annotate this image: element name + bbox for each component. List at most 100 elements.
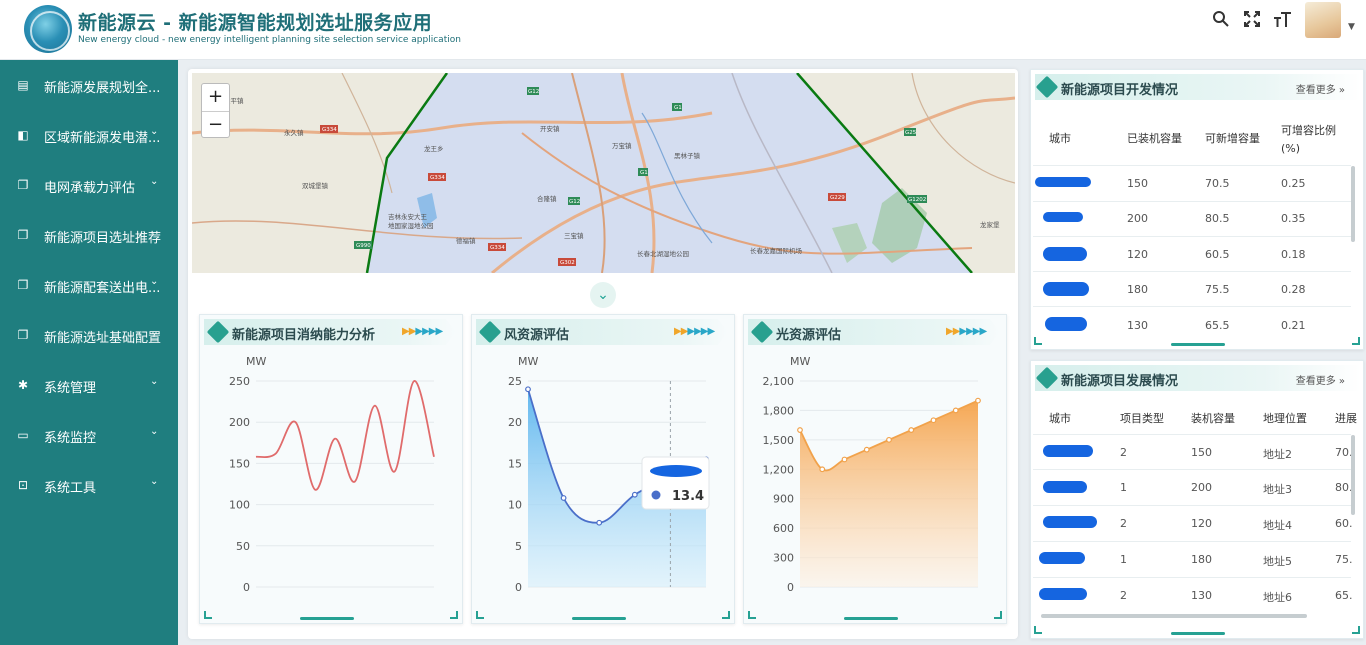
table-cell: 200	[1191, 481, 1212, 494]
vertical-scrollbar[interactable]	[1351, 435, 1355, 515]
view-more-link[interactable]: 查看更多 »	[1296, 81, 1345, 96]
row-divider	[1033, 434, 1351, 435]
sidebar-item-system-management[interactable]: ✱ 系统管理 ⌄	[0, 360, 178, 410]
column-header: 可新增容量	[1205, 132, 1260, 145]
table-cell: 70.	[1335, 446, 1353, 459]
svg-text:G1: G1	[640, 170, 648, 176]
sidebar-item-transmission[interactable]: ❐ 新能源配套送出电... ⌄	[0, 260, 178, 310]
vertical-scrollbar[interactable]	[1351, 166, 1355, 242]
y-tick-label: 1,500	[763, 434, 795, 447]
y-tick-label: 250	[229, 375, 250, 388]
redacted-city	[1043, 247, 1087, 261]
column-header: 城市	[1049, 412, 1071, 425]
y-tick-label: 150	[229, 457, 250, 470]
tooltip-value: 13.4	[672, 489, 704, 504]
corner-decoration	[1034, 626, 1042, 634]
row-divider	[1033, 165, 1351, 166]
zoom-out-button[interactable]: −	[202, 111, 229, 138]
table-cell: 180	[1191, 553, 1212, 566]
svg-text:长春龙嘉国际机场: 长春龙嘉国际机场	[750, 246, 803, 255]
y-tick-label: 50	[236, 540, 250, 553]
table-cell: 0.18	[1281, 248, 1306, 261]
svg-text:地国家湿地公园: 地国家湿地公园	[388, 221, 434, 230]
sidebar-item-label: 新能源选址基础配置	[44, 331, 162, 346]
table-cell: 2	[1120, 589, 1127, 602]
data-point[interactable]	[560, 495, 567, 501]
sidebar-item-system-monitor[interactable]: ▭ 系统监控 ⌄	[0, 410, 178, 460]
redacted-city	[1035, 177, 1091, 187]
data-point[interactable]	[863, 446, 870, 453]
data-point[interactable]	[525, 386, 531, 393]
y-tick-label: 5	[515, 540, 522, 553]
chevron-down-icon[interactable]: ▼	[1348, 22, 1355, 32]
sidebar-item-site-recommend[interactable]: ❐ 新能源项目选址推荐	[0, 210, 178, 260]
font-size-icon[interactable]	[1272, 10, 1292, 30]
horizontal-scrollbar[interactable]	[1041, 614, 1307, 618]
table-cell: 120	[1127, 248, 1148, 261]
y-tick-label: 1,800	[763, 404, 795, 417]
sidebar-item-label: 区域新能源发电潜...	[44, 131, 161, 146]
y-tick-label: 25	[508, 375, 522, 388]
sidebar-item-potential[interactable]: ◧ 区域新能源发电潜... ⌄	[0, 110, 178, 160]
sidebar-item-base-config[interactable]: ❐ 新能源选址基础配置	[0, 310, 178, 360]
avatar[interactable]	[1305, 2, 1341, 38]
arrows-icon: ▶▶▶▶▶▶	[402, 326, 443, 337]
svg-text:德福镇: 德福镇	[456, 236, 476, 245]
expand-chevron-icon[interactable]: ⌄	[590, 282, 616, 308]
sidebar-item-label: 新能源项目选址推荐	[44, 231, 162, 246]
sidebar-item-grid-capacity[interactable]: ❐ 电网承载力评估 ⌄	[0, 160, 178, 210]
column-header: 进展	[1335, 412, 1357, 425]
table-cell: 75.	[1335, 553, 1353, 566]
y-tick-label: 0	[243, 581, 250, 594]
chevron-down-icon: ⌄	[150, 426, 159, 437]
row-divider	[1033, 236, 1351, 237]
y-tick-label: 20	[508, 416, 522, 429]
data-point[interactable]	[908, 427, 915, 433]
table-cell: 60.5	[1205, 248, 1230, 261]
map-zoom-control: + −	[201, 83, 230, 138]
table-cell: 0.35	[1281, 212, 1306, 225]
card-footer-bar	[1171, 343, 1225, 346]
corner-decoration	[1034, 337, 1042, 345]
diamond-icon	[1035, 75, 1059, 99]
y-tick-label: 200	[229, 416, 250, 429]
sidebar-item-planning[interactable]: ▤ 新能源发展规划全...	[0, 60, 178, 110]
data-point[interactable]	[631, 491, 638, 498]
zoom-in-button[interactable]: +	[202, 84, 229, 111]
svg-text:G334: G334	[430, 175, 445, 181]
card-header: 风资源评估 ▶▶▶▶▶▶	[476, 319, 728, 345]
data-point[interactable]	[819, 466, 826, 473]
table-cell: 地址4	[1263, 519, 1292, 532]
monitor-icon: ▭	[17, 428, 29, 442]
data-point[interactable]	[952, 407, 959, 414]
search-icon[interactable]	[1211, 10, 1231, 30]
row-divider	[1033, 271, 1351, 272]
data-point[interactable]	[797, 427, 803, 433]
data-point[interactable]	[596, 519, 603, 526]
data-point[interactable]	[886, 436, 892, 443]
svg-text:G1202: G1202	[908, 197, 926, 203]
site-map[interactable]: 太平镇 永久镇 双城堡镇 龙王乡 开安镇 万宝镇 合隆镇 三宝镇 德福镇 黑林子…	[192, 73, 1015, 273]
data-point[interactable]	[975, 397, 981, 404]
table-cell: 150	[1127, 177, 1148, 190]
redacted-tooltip-label	[650, 465, 702, 477]
data-point[interactable]	[930, 417, 937, 424]
wind-area-chart: MW 0 5 10 15 20 25 13.4	[508, 355, 710, 594]
svg-text:G229: G229	[830, 195, 845, 201]
svg-text:龙王乡: 龙王乡	[424, 144, 444, 153]
project-progress-panel: 新能源项目发展情况 查看更多 » 城市 项目类型 装机容量 地理位置 进展 2 …	[1030, 360, 1364, 639]
panel-title: 新能源项目开发情况	[1061, 83, 1179, 98]
arrows-icon: ▶▶▶▶▶▶	[946, 326, 987, 337]
fullscreen-icon[interactable]	[1242, 10, 1262, 30]
card-footer-bar	[844, 617, 898, 620]
redacted-city	[1039, 552, 1085, 564]
row-divider	[1033, 201, 1351, 202]
view-more-link[interactable]: 查看更多 »	[1296, 372, 1345, 387]
sidebar-item-label: 系统工具	[44, 481, 97, 496]
svg-text:三宝镇: 三宝镇	[564, 231, 584, 240]
project-development-panel: 新能源项目开发情况 查看更多 » 城市 已装机容量 可新增容量 可增容比例(%)…	[1030, 69, 1364, 350]
sidebar-item-system-tools[interactable]: ⊡ 系统工具 ⌄	[0, 460, 178, 510]
data-point[interactable]	[841, 456, 848, 463]
table-cell: 地址6	[1263, 591, 1292, 604]
y-tick-label: 1,200	[763, 463, 795, 476]
